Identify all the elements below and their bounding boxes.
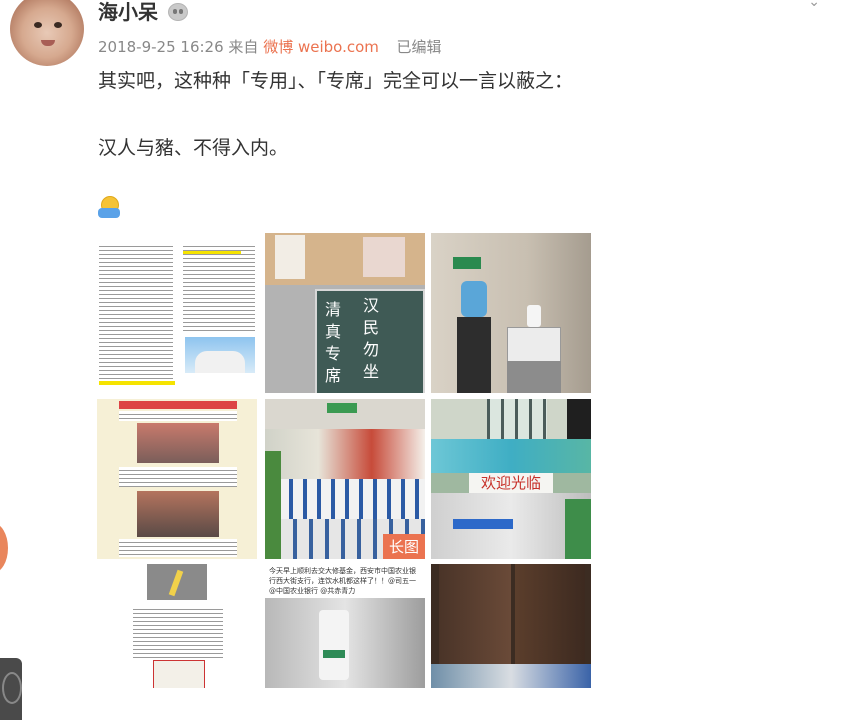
username[interactable]: 海小呆 [98,0,158,25]
avatar-eye [54,22,62,28]
image-water-dispenser-photo[interactable] [431,233,591,393]
sign-text-left: 清真专席 [325,300,342,385]
source-prefix: 来自 [228,38,259,56]
source-link[interactable]: 微博 weibo.com [263,38,379,56]
avatar-mouth [41,40,55,46]
image-sign-photo[interactable]: 清真专席 汉民勿坐 [265,233,425,393]
floating-action-button[interactable] [0,523,8,573]
welcome-sign: 欢迎光临 [469,473,553,493]
image-notice-screenshot[interactable] [97,564,257,688]
sign-text-right: 汉民勿坐 [363,296,380,381]
post-date[interactable]: 2018-9-25 16:26 [98,38,224,56]
long-image-badge: 长图 [382,534,425,559]
image-document-screenshot[interactable] [97,233,257,393]
user-level-icon [168,3,188,21]
image-bank-water-dispenser-photo[interactable]: 今天早上顺利去交大修基金，西安市中国农业银行西大街支行，连饮水机都这样了！！@司… [265,564,425,688]
image-shop-front-photo[interactable]: 欢迎光临 [431,399,591,559]
edited-label[interactable]: 已编辑 [396,38,441,56]
post-text-line1: 其实吧，这种种「专用」、「专席」完全可以一言以蔽之： [98,70,574,92]
image-store-shelves-photo[interactable]: 长图 [265,399,425,559]
photo-caption: 今天早上顺利去交大修基金，西安市中国农业银行西大街支行，连饮水机都这样了！！@司… [265,564,425,598]
reserved-seat-sign: 清真专席 汉民勿坐 [315,289,425,393]
media-control-icon[interactable] [0,658,22,720]
post-text-line2: 汉人与豬、不得入内。 [98,137,289,159]
hug-emoji-icon [98,196,120,220]
avatar[interactable] [10,0,84,66]
mosque-photo [185,337,255,373]
image-door-photo[interactable] [431,564,591,688]
avatar-eye [34,22,42,28]
image-news-article-screenshot[interactable] [97,399,257,559]
post-meta: 2018-9-25 16:26 来自 微博 weibo.com 已编辑 [98,36,441,57]
chevron-down-icon[interactable]: ⌄ [808,0,820,10]
